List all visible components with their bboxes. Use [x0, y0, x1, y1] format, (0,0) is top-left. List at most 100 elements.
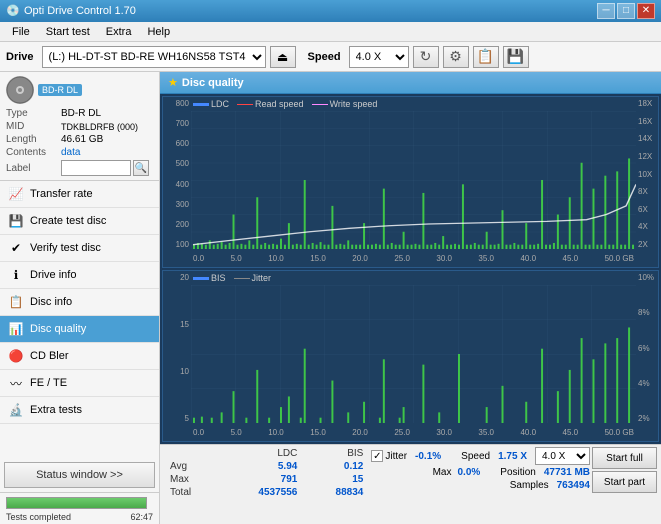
jitter-max-label: Max — [433, 467, 452, 478]
disc-label-input[interactable] — [61, 160, 131, 176]
content-area: ★ Disc quality LDC Read speed — [160, 72, 661, 524]
create-test-disc-icon: 💾 — [8, 213, 24, 229]
disc-type-label: Type — [6, 108, 61, 119]
bis-color — [193, 277, 209, 280]
sidebar-item-disc-info[interactable]: 📋 Disc info — [0, 289, 159, 316]
chart2-x-axis: 0.05.010.015.020.025.030.035.040.045.050… — [191, 423, 636, 441]
minimize-button[interactable]: ─ — [597, 3, 615, 19]
chart2-svg — [191, 285, 636, 423]
progress-bar — [6, 497, 147, 509]
speed-label: Speed — [308, 51, 341, 63]
quality-title: Disc quality — [182, 77, 244, 89]
settings-button[interactable]: ⚙ — [443, 46, 469, 68]
jitter-val: -0.1% — [415, 451, 441, 462]
avg-label: Avg — [164, 460, 219, 473]
legend-write-speed: Write speed — [312, 99, 378, 109]
sidebar-item-label: Drive info — [30, 269, 76, 281]
legend-bis: BIS — [193, 273, 226, 283]
menu-start-test[interactable]: Start test — [38, 24, 98, 40]
sidebar-item-cd-bler[interactable]: 🔴 CD Bler — [0, 343, 159, 370]
disc-label-browse[interactable]: 🔍 — [133, 160, 149, 176]
disc-label-label: Label — [6, 163, 61, 174]
disc-info-icon: 📋 — [8, 294, 24, 310]
drivebar: Drive (L:) HL-DT-ST BD-RE WH16NS58 TST4 … — [0, 42, 661, 72]
sidebar-item-label: Disc info — [30, 296, 72, 308]
sidebar-item-transfer-rate[interactable]: 📈 Transfer rate — [0, 181, 159, 208]
avg-bis: 0.12 — [303, 460, 369, 473]
ldc-color — [193, 103, 209, 106]
stats-table: LDC BIS Avg 5.94 0.12 Max 791 — [164, 447, 369, 522]
start-part-button[interactable]: Start part — [592, 471, 657, 493]
sidebar-item-disc-quality[interactable]: 📊 Disc quality — [0, 316, 159, 343]
disc-label-row: Label 🔍 — [6, 160, 153, 176]
max-ldc: 791 — [219, 473, 303, 486]
disc-quality-icon: 📊 — [8, 321, 24, 337]
position-val: 47731 MB — [544, 467, 590, 478]
cd-bler-icon: 🔴 — [8, 348, 24, 364]
disc-type-row: Type BD-R DL — [6, 108, 153, 119]
menu-help[interactable]: Help — [139, 24, 178, 40]
sidebar-item-verify-test-disc[interactable]: ✔ Verify test disc — [0, 235, 159, 262]
sidebar-item-drive-info[interactable]: ℹ Drive info — [0, 262, 159, 289]
progress-bar-fill — [7, 498, 146, 508]
chart-ldc: LDC Read speed Write speed 8007006005004… — [162, 96, 659, 268]
transfer-rate-icon: 📈 — [8, 186, 24, 202]
status-text: Tests completed — [6, 512, 71, 522]
refresh-button[interactable]: ↻ — [413, 46, 439, 68]
charts-area: LDC Read speed Write speed 8007006005004… — [160, 94, 661, 444]
sidebar-item-label: FE / TE — [30, 377, 67, 389]
menu-file[interactable]: File — [4, 24, 38, 40]
sidebar-item-label: Transfer rate — [30, 188, 93, 200]
legend-ldc: LDC — [193, 99, 229, 109]
drive-select[interactable]: (L:) HL-DT-ST BD-RE WH16NS58 TST4 — [42, 46, 266, 68]
disc-mid-row: MID TDKBLDRFB (000) — [6, 121, 153, 132]
verify-test-disc-icon: ✔ — [8, 240, 24, 256]
col-header-bis: BIS — [303, 447, 369, 460]
jitter-checkbox-area: ✓ Jitter — [371, 450, 407, 462]
chart1-y-axis-right: 18X16X14X12X10X8X6X4X2X — [636, 97, 658, 249]
avg-ldc: 5.94 — [219, 460, 303, 473]
jitter-checkbox[interactable]: ✓ — [371, 450, 383, 462]
chart1-legend: LDC Read speed Write speed — [193, 99, 377, 109]
disc-header: BD-R DL — [6, 76, 153, 104]
progress-area — [0, 492, 159, 512]
jitter-label: Jitter — [385, 451, 407, 462]
disc-contents-value: data — [61, 147, 80, 158]
copy-button[interactable]: 📋 — [473, 46, 499, 68]
stats-row-max: Max 791 15 — [164, 473, 369, 486]
save-button[interactable]: 💾 — [503, 46, 529, 68]
chart2-y-axis-left: 2015105 — [163, 271, 191, 423]
start-full-button[interactable]: Start full — [592, 447, 657, 469]
disc-graphic — [6, 76, 34, 104]
sidebar-item-create-test-disc[interactable]: 💾 Create test disc — [0, 208, 159, 235]
sidebar-item-label: CD Bler — [30, 350, 69, 362]
jitter-max-val: 0.0% — [457, 467, 480, 478]
sidebar-item-extra-tests[interactable]: 🔬 Extra tests — [0, 397, 159, 424]
total-ldc: 4537556 — [219, 486, 303, 499]
col-header-empty — [164, 447, 219, 460]
menubar: File Start test Extra Help — [0, 22, 661, 42]
speed-val: 1.75 X — [498, 451, 527, 462]
disc-mid-value: TDKBLDRFB (000) — [61, 122, 138, 132]
eject-button[interactable]: ⏏ — [270, 46, 296, 68]
menu-extra[interactable]: Extra — [98, 24, 140, 40]
samples-label: Samples — [510, 480, 549, 491]
speed-select-stats[interactable]: 4.0 X — [535, 447, 590, 465]
close-button[interactable]: ✕ — [637, 3, 655, 19]
stats-row-total: Total 4537556 88834 — [164, 486, 369, 499]
speed-select[interactable]: 4.0 X — [349, 46, 409, 68]
action-buttons: Start full Start part — [592, 447, 657, 522]
status-window-button[interactable]: Status window >> — [4, 462, 155, 488]
chart1-svg — [191, 111, 636, 249]
read-color — [237, 104, 253, 105]
sidebar-item-fe-te[interactable]: 〰 FE / TE — [0, 370, 159, 397]
max-bis: 15 — [303, 473, 369, 486]
disc-type-badge: BD-R DL — [38, 84, 82, 96]
drive-label: Drive — [6, 51, 34, 63]
disc-mid-label: MID — [6, 121, 61, 132]
disc-type-value: BD-R DL — [61, 108, 101, 119]
total-bis: 88834 — [303, 486, 369, 499]
position-label: Position — [500, 467, 536, 478]
maximize-button[interactable]: □ — [617, 3, 635, 19]
jitter-row: ✓ Jitter -0.1% Speed 1.75 X 4.0 X — [371, 447, 590, 465]
